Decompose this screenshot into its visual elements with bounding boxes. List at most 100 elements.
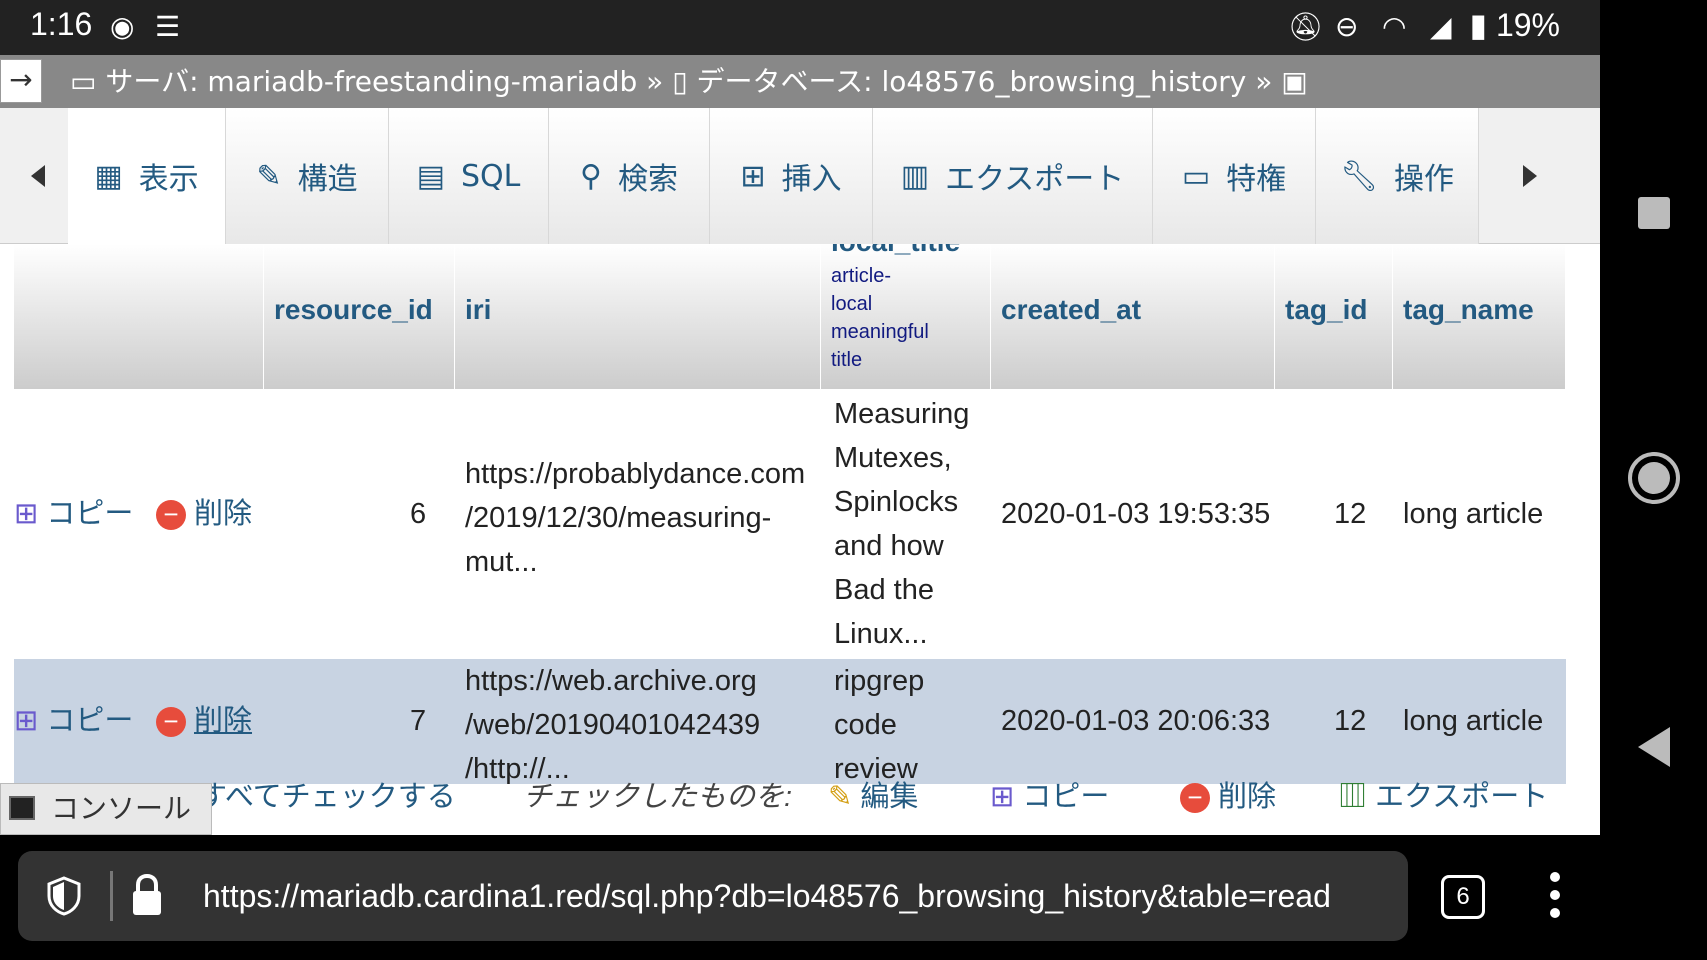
title-line: Measuring (834, 398, 970, 430)
structure-icon: ✎ (256, 158, 282, 194)
cell-iri: https://probablydance.com /2019/12/30/me… (465, 452, 805, 584)
bulk-delete-button[interactable]: − 削除 (1180, 773, 1276, 815)
tab-insert[interactable]: ⊞ 挿入 (710, 108, 873, 244)
bulk-edit-button[interactable]: ✎ 編集 (828, 773, 918, 815)
search-icon: ⚲ (580, 158, 602, 194)
title-line: and how (834, 530, 944, 562)
bulk-copy-button[interactable]: ⊞ コピー (990, 773, 1109, 815)
row-copy-link[interactable]: ⊞ コピー (14, 492, 133, 536)
tab-export[interactable]: ▥ エクスポート (873, 108, 1153, 244)
url-field[interactable]: https://mariadb.cardina1.red/sql.php?db=… (18, 851, 1408, 941)
tab-browse[interactable]: ▦ 表示 (68, 108, 226, 244)
table-row: ⊞ コピー − 削除 6 https://probablydance.com /2… (14, 389, 1566, 650)
cell-tag-id: 12 (1334, 705, 1367, 737)
square-icon (1637, 197, 1670, 229)
column-label: tag_name (1403, 294, 1534, 325)
home-button[interactable] (1600, 450, 1707, 510)
clock: 1:16 (30, 6, 93, 42)
incognito-icon: ☰ (155, 11, 181, 42)
battery-level: 19% (1495, 7, 1560, 43)
iri-line: /2019/12/30/measuring- (465, 502, 772, 534)
cell-resource-id: 7 (410, 705, 427, 737)
copy-label: コピー (46, 498, 134, 530)
breadcrumb-trail: ▭ サーバ: mariadb-freestanding-mariadb » ▯ … (70, 55, 1308, 108)
title-line: Linux... (834, 618, 928, 650)
comment-line: title (831, 349, 863, 371)
header-iri[interactable]: iri (455, 244, 821, 389)
recents-button[interactable] (1600, 195, 1707, 235)
column-label: local_title (831, 244, 960, 258)
delete-label: 削除 (194, 498, 253, 530)
header-tag-name[interactable]: tag_name (1393, 244, 1566, 389)
header-resource-id[interactable]: resource_id (264, 244, 455, 389)
tab-scroll-left-button[interactable] (8, 108, 68, 244)
url-text[interactable]: https://mariadb.cardina1.red/sql.php?db=… (203, 851, 1393, 941)
collapse-arrow-button[interactable]: → (0, 59, 42, 103)
circle-icon (1627, 452, 1680, 504)
tab-operations[interactable]: 🔧︎ 操作 (1316, 108, 1479, 244)
console-toggle[interactable]: コンソール (0, 783, 212, 835)
insert-icon: ⊞ (740, 158, 766, 194)
webview: → ▭ サーバ: mariadb-freestanding-mariadb » … (0, 55, 1600, 835)
cell-tag-id: 12 (1334, 498, 1367, 530)
title-line: Bad the (834, 574, 934, 606)
title-line: Spinlocks (834, 486, 959, 518)
row-delete-link[interactable]: − 削除 (156, 492, 252, 536)
tab-count-button[interactable]: 6 (1441, 875, 1485, 919)
copy-icon: ⊞ (14, 498, 39, 530)
tab-scroll-right-button[interactable] (1500, 108, 1560, 244)
header-local-title[interactable]: local_title article- local meaningful ti… (821, 244, 991, 389)
delete-icon: − (156, 500, 186, 531)
with-selected-label: チェックしたものを: (523, 781, 793, 813)
tab-structure[interactable]: ✎ 構造 (226, 108, 389, 244)
tab-label: エクスポート (945, 162, 1125, 197)
header-created-at[interactable]: created_at (991, 244, 1275, 389)
status-bar: 1:16 ◉ ☰ 🔕︎ ⊖ ◠ ◢ ▮ 19% (0, 0, 1600, 55)
row-copy-link[interactable]: ⊞ コピー (14, 699, 133, 743)
breadcrumb-server[interactable]: サーバ: mariadb-freestanding-mariadb (105, 65, 637, 98)
bulk-export-label: エクスポート (1375, 781, 1549, 813)
privileges-icon: ▭ (1181, 158, 1211, 194)
column-label: created_at (1001, 294, 1142, 325)
column-comment: article- local meaningful title (831, 262, 929, 374)
firefox-icon: ◉ (110, 11, 135, 42)
iri-line: https://web.archive.org (465, 665, 757, 697)
wrench-icon: 🔧︎ (1339, 158, 1379, 194)
back-triangle-icon (1637, 727, 1670, 767)
overflow-menu-button[interactable] (1545, 865, 1565, 925)
back-button[interactable] (1600, 725, 1707, 773)
cell-tag-name: long article (1403, 498, 1544, 530)
export-icon: ▥ (1338, 781, 1368, 813)
breadcrumb-database[interactable]: データベース: lo48576_browsing_history (697, 65, 1247, 98)
tab-label: 挿入 (781, 162, 842, 197)
header-tag-id[interactable]: tag_id (1275, 244, 1393, 389)
copy-icon: ⊞ (990, 781, 1015, 813)
delete-icon: − (1180, 783, 1210, 814)
cell-resource-id: 6 (410, 498, 427, 530)
tab-privileges[interactable]: ▭ 特権 (1153, 108, 1316, 244)
copy-icon: ⊞ (14, 705, 39, 737)
shield-icon[interactable] (46, 876, 82, 916)
tab-label: SQL (460, 158, 521, 194)
bulk-export-button[interactable]: ▥ エクスポート (1338, 773, 1548, 815)
kebab-menu-icon (1550, 872, 1560, 918)
battery-icon: ▮ (1469, 7, 1488, 43)
table-header-row: resource_id iri local_title article- loc… (14, 244, 1566, 389)
copy-label: コピー (46, 705, 134, 737)
iri-line: https://probablydance.com (465, 458, 806, 490)
comment-line: article- (831, 265, 892, 287)
delete-icon: − (156, 707, 186, 738)
android-nav-bar (1600, 0, 1707, 960)
row-delete-link[interactable]: − 削除 (156, 699, 252, 743)
tab-sql[interactable]: ▤ SQL (389, 108, 549, 244)
tab-count: 6 (1456, 883, 1470, 910)
delete-label: 削除 (194, 705, 253, 737)
cell-local-title: Measuring Mutexes, Spinlocks and how Bad… (834, 392, 969, 656)
tab-search[interactable]: ⚲ 検索 (549, 108, 710, 244)
comment-line: meaningful (831, 321, 929, 343)
cell-created-at: 2020-01-03 19:53:35 (1001, 498, 1271, 530)
check-all-link[interactable]: すべてチェックする (198, 773, 456, 815)
tab-label: 特権 (1226, 162, 1287, 197)
title-line: code (834, 709, 897, 741)
breadcrumb: → ▭ サーバ: mariadb-freestanding-mariadb » … (0, 55, 1600, 108)
